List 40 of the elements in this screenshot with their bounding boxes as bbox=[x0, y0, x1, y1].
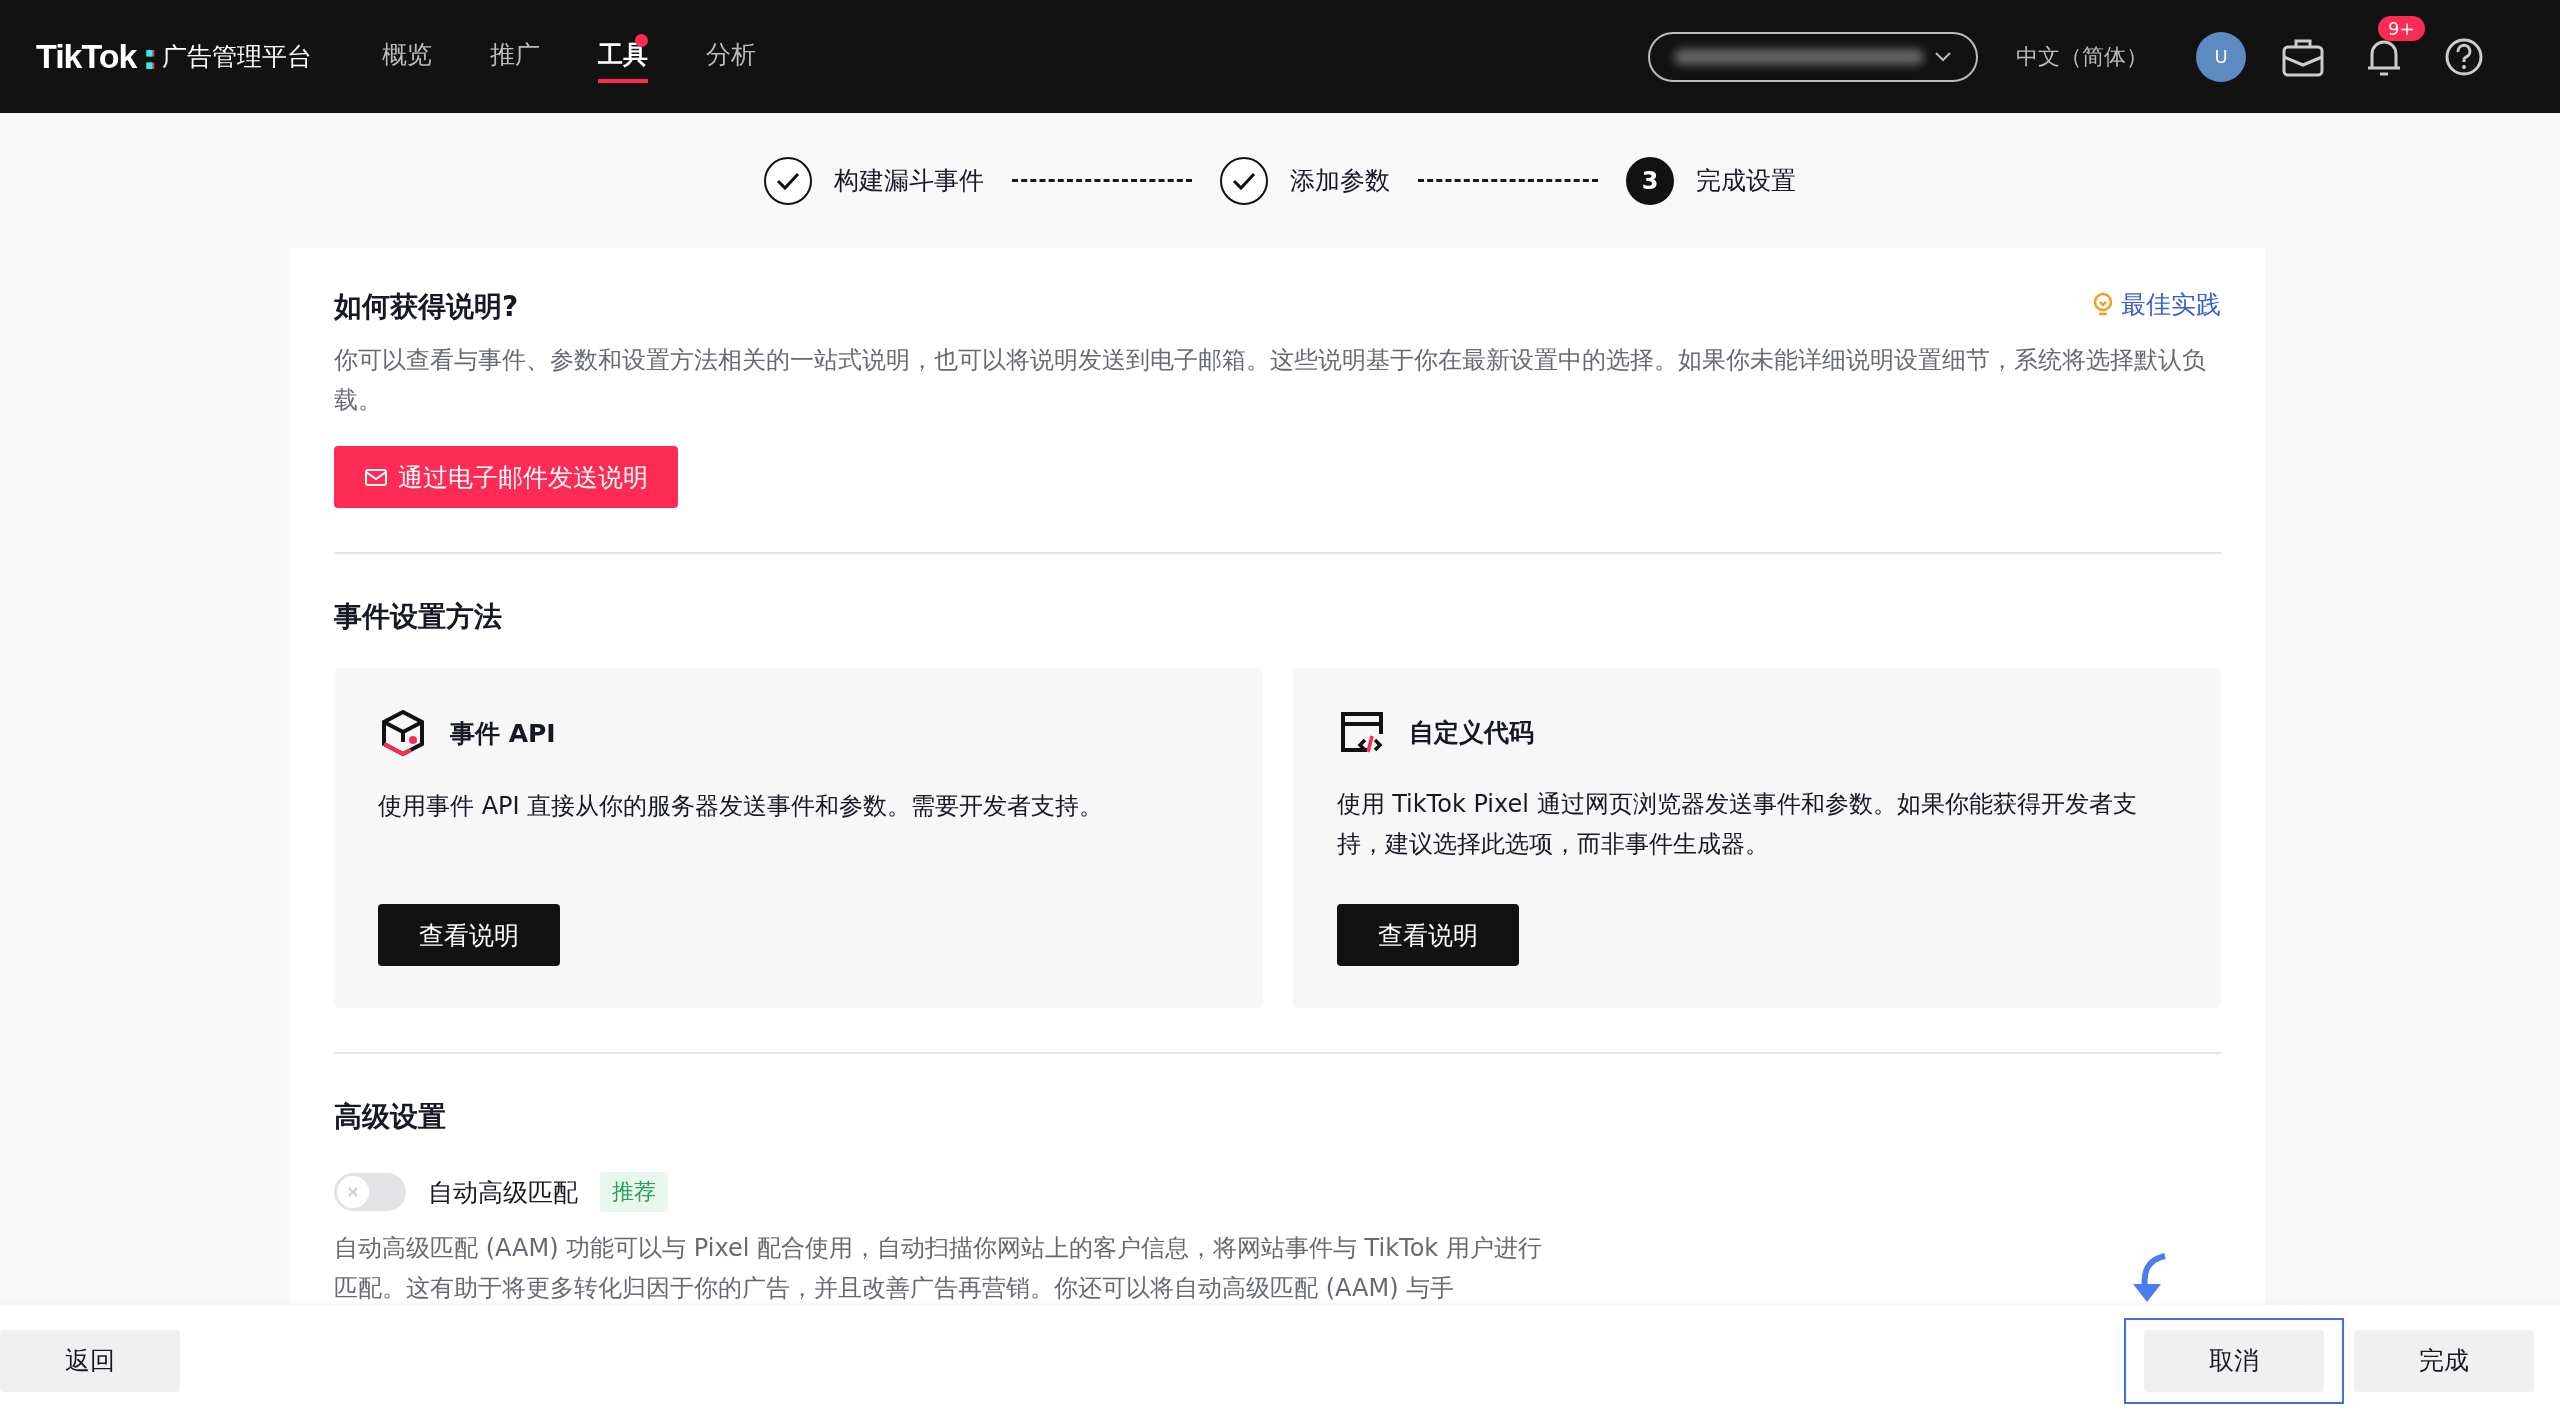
method-title: 自定义代码 bbox=[1408, 716, 1534, 749]
method-description: 使用 TikTok Pixel 通过网页浏览器发送事件和参数。如果你能获得开发者支持，建议选择此选项，而非事件生成器。 bbox=[1336, 789, 2138, 860]
description: 你可以查看与事件、参数和设置方法相关的一站式说明，也可以将说明发送到电子邮箱。这些说明基于你在最新设置中的选择。如果你未能详细说明设置细节，系统将选择默认负载。 bbox=[334, 345, 2207, 416]
mail-icon bbox=[364, 467, 388, 487]
step-label: 构建漏斗事件 bbox=[834, 165, 984, 197]
recommended-tag: 推荐 bbox=[600, 1172, 668, 1212]
check-icon bbox=[775, 170, 801, 191]
logo-mark: : bbox=[142, 36, 157, 77]
method-title: 事件 API bbox=[450, 717, 556, 750]
nav-tab[interactable]: 分析 bbox=[706, 30, 757, 83]
method-description: 使用事件 API 直接从你的服务器发送事件和参数。需要开发者支持。 bbox=[378, 791, 1105, 822]
section-title: 事件设置方法 bbox=[334, 599, 503, 635]
back-button[interactable]: 返回 bbox=[0, 1329, 180, 1392]
view-instructions-button[interactable]: 查看说明 bbox=[378, 904, 560, 966]
done-button[interactable]: 完成 bbox=[2354, 1329, 2534, 1392]
email-button[interactable]: 通过电子邮件发送说明 bbox=[334, 446, 678, 508]
help-icon[interactable] bbox=[2444, 36, 2484, 77]
notification-badge: 9+ bbox=[2378, 15, 2425, 41]
chevron-down-icon bbox=[1934, 50, 1952, 63]
account-select[interactable] bbox=[1648, 31, 1978, 82]
best-practice-link[interactable]: 最佳实践 bbox=[2093, 288, 2221, 321]
cancel-button[interactable]: 取消 bbox=[2144, 1329, 2324, 1392]
step-number: 3 bbox=[1626, 156, 1674, 205]
toggle-label: 自动高级匹配 bbox=[428, 1176, 578, 1209]
toggle-switch[interactable] bbox=[334, 1173, 406, 1211]
language-select[interactable]: 中文（简体） bbox=[2016, 41, 2148, 72]
logo: TikTok bbox=[36, 37, 137, 76]
view-instructions-button[interactable]: 查看说明 bbox=[1336, 904, 1519, 966]
nav-tab[interactable]: 推广 bbox=[490, 30, 541, 83]
product-name: 广告管理平台 bbox=[162, 41, 313, 73]
step-label: 添加参数 bbox=[1290, 165, 1390, 197]
section-title: 如何获得说明? bbox=[334, 289, 519, 325]
step-label: 完成设置 bbox=[1696, 165, 1796, 197]
description: 自动高级匹配 (AAM) 功能可以与 Pixel 配合使用，自动扫描你网站上的客户信息，将网站事件与 TikTok 用户进行匹配。这有助于将更多转化归因于你的广告，并且改善广告再营销。你还可以将自动高级匹配 (AAM) 与手 bbox=[334, 1233, 1543, 1304]
x-icon bbox=[347, 1186, 359, 1198]
check-icon bbox=[1231, 170, 1257, 191]
avatar[interactable]: U bbox=[2196, 31, 2246, 82]
section-title: 高级设置 bbox=[334, 1099, 447, 1135]
lightbulb-icon bbox=[2093, 291, 2113, 318]
nav-tab[interactable]: 概览 bbox=[382, 30, 433, 83]
